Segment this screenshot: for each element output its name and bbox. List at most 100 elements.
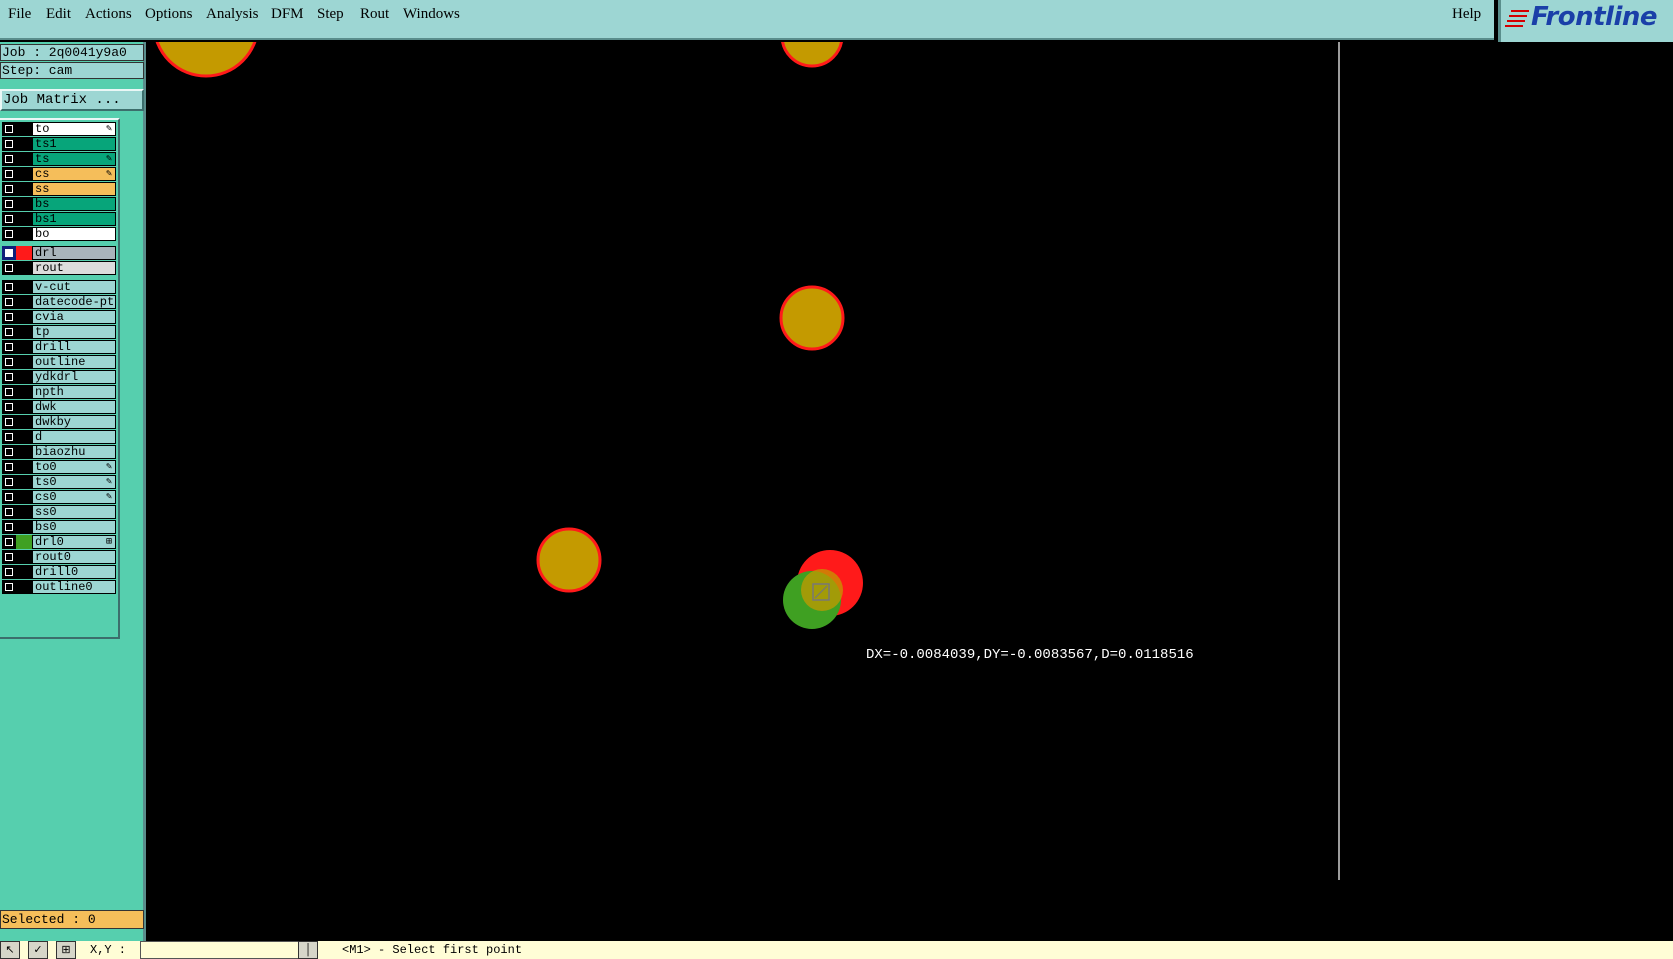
layer-name[interactable]: bo xyxy=(32,227,116,241)
layer-name[interactable]: drill xyxy=(32,340,116,354)
job-matrix-button[interactable]: Job Matrix ... xyxy=(0,89,144,111)
layer-name[interactable]: ts0 ✎ xyxy=(32,475,116,489)
layer-checkbox[interactable] xyxy=(2,325,16,339)
layer-color-swatch[interactable] xyxy=(16,430,32,444)
layer-color-swatch[interactable] xyxy=(16,137,32,151)
layer-color-swatch[interactable] xyxy=(16,580,32,594)
layer-checkbox[interactable] xyxy=(2,122,16,136)
layer-name[interactable]: ydkdrl xyxy=(32,370,116,384)
layer-row-v-cut[interactable]: v-cut xyxy=(0,280,116,294)
layer-row-drl[interactable]: drl xyxy=(0,246,116,260)
layer-checkbox[interactable] xyxy=(2,137,16,151)
graphics-canvas[interactable]: DX=-0.0084039,DY=-0.0083567,D=0.0118516 xyxy=(146,42,1673,941)
layer-row-drill[interactable]: drill xyxy=(0,340,116,354)
layer-name[interactable]: dwk xyxy=(32,400,116,414)
layer-row-to0[interactable]: to0 ✎ xyxy=(0,460,116,474)
layer-name[interactable]: to ✎ xyxy=(32,122,116,136)
layer-checkbox[interactable] xyxy=(2,246,16,260)
layer-name[interactable]: ss xyxy=(32,182,116,196)
layer-color-swatch[interactable] xyxy=(16,475,32,489)
layer-color-swatch[interactable] xyxy=(16,212,32,226)
layer-row-cvia[interactable]: cvia xyxy=(0,310,116,324)
layer-color-swatch[interactable] xyxy=(16,261,32,275)
layer-color-swatch[interactable] xyxy=(16,325,32,339)
layer-color-swatch[interactable] xyxy=(16,520,32,534)
layer-color-swatch[interactable] xyxy=(16,182,32,196)
layer-name[interactable]: tp xyxy=(32,325,116,339)
layer-color-swatch[interactable] xyxy=(16,152,32,166)
layer-name[interactable]: outline0 xyxy=(32,580,116,594)
xy-input[interactable] xyxy=(140,941,305,959)
layer-row-ts[interactable]: ts ✎ xyxy=(0,152,116,166)
layer-name[interactable]: drill0 xyxy=(32,565,116,579)
layer-row-ydkdrl[interactable]: ydkdrl xyxy=(0,370,116,384)
menu-actions[interactable]: Actions xyxy=(85,6,132,23)
layer-checkbox[interactable] xyxy=(2,355,16,369)
layer-row-drill0[interactable]: drill0 xyxy=(0,565,116,579)
layer-checkbox[interactable] xyxy=(2,505,16,519)
layer-color-swatch[interactable] xyxy=(16,167,32,181)
layer-checkbox[interactable] xyxy=(2,400,16,414)
layer-checkbox[interactable] xyxy=(2,280,16,294)
menu-file[interactable]: File xyxy=(8,6,31,23)
layer-row-npth[interactable]: npth xyxy=(0,385,116,399)
layer-checkbox[interactable] xyxy=(2,445,16,459)
layer-checkbox[interactable] xyxy=(2,520,16,534)
menu-analysis[interactable]: Analysis xyxy=(206,6,259,23)
layer-color-swatch[interactable] xyxy=(16,460,32,474)
check-tool-icon[interactable]: ✓ xyxy=(28,941,48,959)
menu-options[interactable]: Options xyxy=(145,6,193,23)
layer-color-swatch[interactable] xyxy=(16,445,32,459)
layer-name[interactable]: to0 ✎ xyxy=(32,460,116,474)
menu-help[interactable]: Help xyxy=(1452,6,1481,23)
layer-row-drl0[interactable]: drl0 ⊞ xyxy=(0,535,116,549)
layer-name[interactable]: biaozhu xyxy=(32,445,116,459)
layer-checkbox[interactable] xyxy=(2,295,16,309)
layer-checkbox[interactable] xyxy=(2,310,16,324)
layer-name[interactable]: drl0 ⊞ xyxy=(32,535,116,549)
layer-row-rout[interactable]: rout xyxy=(0,261,116,275)
layer-name[interactable]: bs0 xyxy=(32,520,116,534)
layer-name[interactable]: ts1 xyxy=(32,137,116,151)
layer-checkbox[interactable] xyxy=(2,490,16,504)
layer-row-ts0[interactable]: ts0 ✎ xyxy=(0,475,116,489)
menu-rout[interactable]: Rout xyxy=(360,6,389,23)
layer-name[interactable]: bs1 xyxy=(32,212,116,226)
layer-color-swatch[interactable] xyxy=(16,415,32,429)
layer-name[interactable]: dwkby xyxy=(32,415,116,429)
layer-checkbox[interactable] xyxy=(2,565,16,579)
layer-name[interactable]: cvia xyxy=(32,310,116,324)
layer-row-rout0[interactable]: rout0 xyxy=(0,550,116,564)
layer-row-ts1[interactable]: ts1 xyxy=(0,137,116,151)
layer-color-swatch[interactable] xyxy=(16,385,32,399)
layer-row-bs[interactable]: bs xyxy=(0,197,116,211)
layer-name[interactable]: drl xyxy=(32,246,116,260)
layer-checkbox[interactable] xyxy=(2,430,16,444)
layer-checkbox[interactable] xyxy=(2,475,16,489)
layer-color-swatch[interactable] xyxy=(16,565,32,579)
layer-checkbox[interactable] xyxy=(2,261,16,275)
layer-checkbox[interactable] xyxy=(2,152,16,166)
layer-checkbox[interactable] xyxy=(2,167,16,181)
layer-checkbox[interactable] xyxy=(2,415,16,429)
grid-tool-icon[interactable]: ⊞ xyxy=(56,941,76,959)
layer-name[interactable]: datecode-ptc xyxy=(32,295,116,309)
layer-color-swatch[interactable] xyxy=(16,400,32,414)
layer-name[interactable]: ts ✎ xyxy=(32,152,116,166)
layer-color-swatch[interactable] xyxy=(16,246,32,260)
layer-color-swatch[interactable] xyxy=(16,355,32,369)
layer-checkbox[interactable] xyxy=(2,460,16,474)
layer-checkbox[interactable] xyxy=(2,227,16,241)
menu-edit[interactable]: Edit xyxy=(46,6,71,23)
layer-row-dwkby[interactable]: dwkby xyxy=(0,415,116,429)
layer-row-d[interactable]: d xyxy=(0,430,116,444)
layer-checkbox[interactable] xyxy=(2,385,16,399)
layer-name[interactable]: cs ✎ xyxy=(32,167,116,181)
layer-row-ss[interactable]: ss xyxy=(0,182,116,196)
layer-row-cs[interactable]: cs ✎ xyxy=(0,167,116,181)
layer-row-to[interactable]: to ✎ xyxy=(0,122,116,136)
layer-color-swatch[interactable] xyxy=(16,550,32,564)
layer-color-swatch[interactable] xyxy=(16,197,32,211)
menu-windows[interactable]: Windows xyxy=(403,6,460,23)
menu-dfm[interactable]: DFM xyxy=(271,6,304,23)
